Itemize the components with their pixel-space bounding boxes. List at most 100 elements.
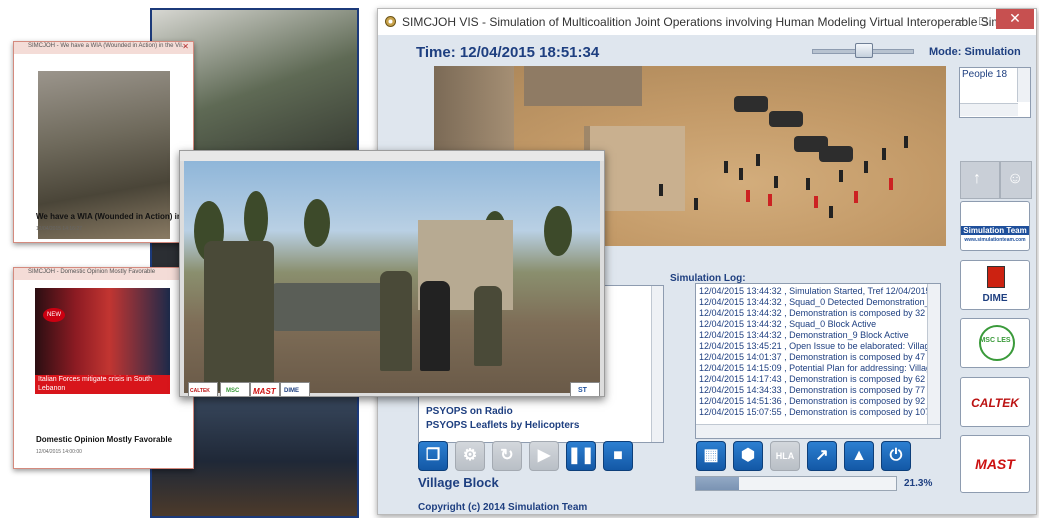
3d-viewer-window[interactable]: CALTEK MSC MAST DIME ST (179, 150, 605, 397)
caltek-badge-text: CALTEK (190, 388, 210, 394)
stop-icon: ■ (613, 447, 623, 464)
people-count: People 18 (962, 69, 1008, 80)
opinion-notification-window[interactable]: SIMCJOH - Domestic Opinion Mostly Favora… (13, 267, 194, 469)
opinion-caption: Domestic Opinion Mostly Favorable (36, 435, 173, 444)
shield-button[interactable]: ⬢ (733, 441, 763, 471)
log-row: 12/04/2015 15:07:55 , Demonstration is c… (699, 407, 931, 417)
log-row: 12/04/2015 14:15:09 , Potential Plan for… (699, 363, 932, 373)
people-list-horizontal-scrollbar[interactable] (960, 103, 1018, 116)
copyright: Copyright (c) 2014 Simulation Team (418, 502, 588, 513)
soldier-figure (380, 271, 412, 371)
list-item[interactable]: PSYOPS Leaflets by Helicopters (426, 420, 579, 431)
dime-logo[interactable]: DIME (960, 260, 1030, 310)
log-row: 12/04/2015 14:01:37 , Demonstration is c… (699, 352, 933, 362)
play-icon: ▶ (537, 447, 551, 464)
opinion-window-title: SIMCJOH - Domestic Opinion Mostly Favora… (28, 269, 156, 275)
user-button[interactable]: ▲ (844, 441, 874, 471)
stop-button[interactable]: ■ (603, 441, 633, 471)
mast-badge-text: MAST (253, 387, 276, 396)
log-row: 12/04/2015 13:44:32 , Squad_0 Block Acti… (699, 319, 877, 329)
people-list-vertical-scrollbar[interactable] (1017, 68, 1030, 102)
soldier-figure (204, 241, 274, 391)
gear-icon: ⚙ (462, 447, 478, 464)
simulation-team-url: www.simulationteam.com (964, 237, 1026, 243)
msc-name: MSC LES (979, 337, 1011, 344)
log-row: 12/04/2015 13:45:21 , Open Issue to be e… (699, 341, 935, 351)
people-button[interactable]: ☺ (1000, 161, 1032, 199)
dime-name: DIME (982, 293, 1008, 304)
hla-button[interactable]: HLA (770, 441, 800, 471)
progress-percent: 21.3% (904, 478, 933, 489)
speed-slider-thumb[interactable] (855, 43, 873, 58)
msc-badge: MSC (220, 382, 250, 396)
soldier-figure (474, 286, 502, 366)
maximize-button[interactable]: □ (972, 12, 994, 30)
log-row: 12/04/2015 13:44:32 , Demonstration is c… (699, 308, 933, 318)
log-row: 12/04/2015 14:34:33 , Demonstration is c… (699, 385, 933, 395)
dime-shield-icon (987, 266, 1005, 288)
actions-list-scrollbar[interactable] (651, 286, 663, 442)
simulation-team-badge: ST (570, 382, 600, 396)
shield-icon: ⬢ (741, 447, 755, 464)
list-item[interactable]: PSYOPS on Radio (426, 406, 513, 417)
chart-button[interactable]: ↗ (807, 441, 837, 471)
app-icon (384, 15, 397, 28)
refresh-button[interactable]: ↻ (492, 441, 522, 471)
wia-notification-window[interactable]: SIMCJOH - We have a WIA (Wounded in Acti… (13, 41, 194, 243)
people-icon: ☺ (1007, 170, 1024, 187)
antenna-button[interactable]: ↑ (960, 161, 1000, 199)
news-badge: NEW (43, 308, 65, 322)
log-row: 12/04/2015 14:17:43 , Demonstration is c… (699, 374, 933, 384)
play-button[interactable]: ▶ (529, 441, 559, 471)
main-window-title: SIMCJOH VIS - Simulation of Multicoaliti… (402, 15, 1032, 29)
map-icon: ▦ (703, 447, 719, 464)
main-title-bar[interactable]: SIMCJOH VIS - Simulation of Multicoaliti… (378, 9, 1036, 35)
progress-bar (695, 476, 897, 491)
mast-name: MAST (975, 456, 1015, 472)
3d-viewer-scene[interactable]: CALTEK MSC MAST DIME ST (184, 161, 600, 396)
simulation-time: Time: 12/04/2015 18:51:34 (416, 44, 600, 61)
log-row: 12/04/2015 13:44:32 , Demonstration_9 Bl… (699, 330, 909, 340)
close-icon[interactable]: ✕ (182, 42, 189, 51)
simulation-team-name: Simulation Team (961, 226, 1029, 235)
tree (244, 191, 268, 246)
progress-bar-fill (696, 477, 739, 490)
tv-news-strip-text: Italian Forces mitigate crisis in South … (38, 376, 152, 392)
simulation-log[interactable]: 12/04/2015 13:44:32 , Simulation Started… (695, 283, 941, 439)
pause-button[interactable]: ❚❚ (566, 441, 596, 471)
caltek-badge: CALTEK (188, 382, 218, 396)
minimize-button[interactable]: − (948, 12, 970, 30)
log-row: 12/04/2015 13:44:32 , Squad_0 Detected D… (699, 297, 930, 307)
close-button[interactable]: ✕ (996, 9, 1034, 29)
simulation-team-logo[interactable]: Simulation Team www.simulationteam.com (960, 201, 1030, 251)
log-row: 12/04/2015 13:44:32 , Simulation Started… (699, 286, 931, 296)
mode-label: Mode: Simulation (929, 46, 1021, 58)
windows-icon: ❐ (425, 447, 441, 464)
windows-button[interactable]: ❐ (418, 441, 448, 471)
log-row: 12/04/2015 14:51:36 , Demonstration is c… (699, 396, 933, 406)
gear-button[interactable]: ⚙ (455, 441, 485, 471)
opinion-date: 12/04/2015 14:00:00 (36, 449, 82, 455)
dime-badge: DIME (280, 382, 310, 396)
mast-logo[interactable]: MAST (960, 435, 1030, 493)
chart-icon: ↗ (815, 447, 829, 464)
msc-badge-text: MSC (226, 388, 240, 394)
antenna-icon: ↑ (973, 170, 981, 187)
msc-les-logo[interactable]: MSC LES (960, 318, 1030, 368)
mast-badge: MAST (250, 382, 280, 396)
wia-window-title: SIMCJOH - We have a WIA (Wounded in Acti… (28, 43, 187, 49)
current-block-label: Village Block (418, 475, 499, 490)
civilian-figure (420, 281, 450, 371)
hla-icon: HLA (775, 451, 795, 461)
user-icon: ▲ (851, 447, 867, 464)
3d-viewer-title-bar[interactable] (180, 151, 604, 161)
power-icon: ⏻ (889, 447, 903, 464)
power-button[interactable]: ⏻ (881, 441, 911, 471)
log-vertical-scrollbar[interactable] (927, 284, 940, 424)
log-horizontal-scrollbar[interactable] (696, 424, 940, 438)
people-list[interactable]: People 18 (959, 67, 1031, 118)
wia-date: 12/04/2015 14:16:27 (36, 226, 82, 232)
simulation-team-badge-text: ST (578, 387, 587, 394)
map-button[interactable]: ▦ (696, 441, 726, 471)
caltek-logo[interactable]: CALTEK (960, 377, 1030, 427)
